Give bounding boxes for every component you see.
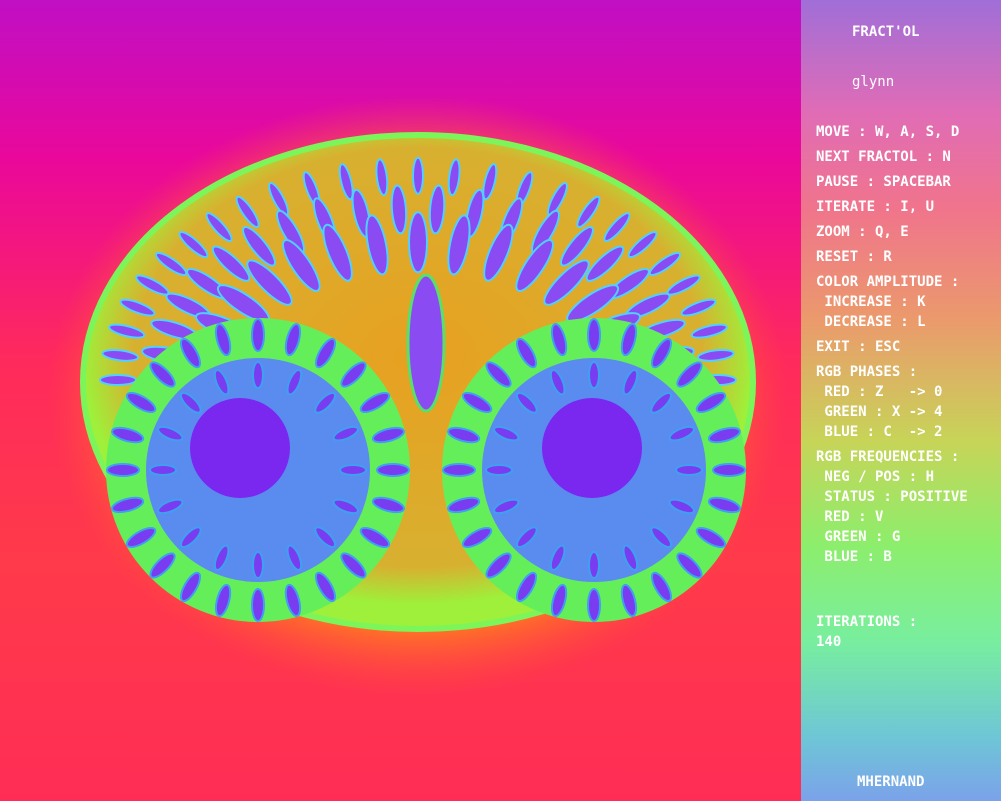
leaf-shape: [251, 588, 265, 622]
fractal-canvas[interactable]: [0, 0, 801, 801]
info-panel: FRACT'OL glynn MOVE : W, A, S, D NEXT FR…: [801, 0, 1001, 801]
iterations-label: ITERATIONS :: [816, 614, 918, 630]
app-title: FRACT'OL: [852, 24, 920, 40]
phase-blue: BLUE : C -> 2: [816, 424, 943, 440]
control-next: NEXT FRACTOL : N: [816, 149, 951, 165]
leaf-shape: [252, 361, 264, 389]
freq-blue: BLUE : B: [816, 549, 892, 565]
leaf-shape: [251, 318, 265, 352]
leaf-shape: [587, 588, 601, 622]
freq-red: RED : V: [816, 509, 884, 525]
control-increase: INCREASE : K: [816, 294, 926, 310]
control-pause: PAUSE : SPACEBAR: [816, 174, 951, 190]
leaf-shape: [376, 463, 410, 477]
rgb-phases-heading: RGB PHASES :: [816, 364, 918, 380]
control-zoom: ZOOM : Q, E: [816, 224, 909, 240]
phase-green: GREEN : X -> 4: [816, 404, 943, 420]
leaf-shape: [712, 463, 746, 477]
control-exit: EXIT : ESC: [816, 339, 901, 355]
leaf-shape: [339, 464, 367, 476]
iterations-value: 140: [816, 634, 842, 650]
status-value: STATUS : POSITIVE: [816, 489, 968, 505]
fractal-render: [48, 95, 788, 695]
leaf-shape: [587, 318, 601, 352]
control-neg-pos: NEG / POS : H: [816, 469, 935, 485]
color-amplitude-heading: COLOR AMPLITUDE :: [816, 274, 960, 290]
leaf-shape: [412, 156, 424, 195]
author-name: MHERNAND: [857, 774, 925, 790]
freq-green: GREEN : G: [816, 529, 901, 545]
leaf-shape: [408, 211, 428, 274]
leaf-shape: [99, 374, 137, 386]
control-iterate: ITERATE : I, U: [816, 199, 935, 215]
rgb-frequencies-heading: RGB FREQUENCIES :: [816, 449, 960, 465]
control-reset: RESET : R: [816, 249, 892, 265]
fractal-name: glynn: [852, 74, 895, 90]
leaf-shape: [485, 464, 513, 476]
leaf-shape: [588, 361, 600, 389]
leaf-shape: [675, 464, 703, 476]
leaf-shape: [442, 463, 476, 477]
control-decrease: DECREASE : L: [816, 314, 926, 330]
leaf-shape: [588, 551, 600, 579]
control-move: MOVE : W, A, S, D: [816, 124, 960, 140]
leaf-shape: [149, 464, 177, 476]
center-leaf: [406, 273, 446, 413]
phase-red: RED : Z -> 0: [816, 384, 943, 400]
leaf-shape: [106, 463, 140, 477]
leaf-shape: [252, 551, 264, 579]
